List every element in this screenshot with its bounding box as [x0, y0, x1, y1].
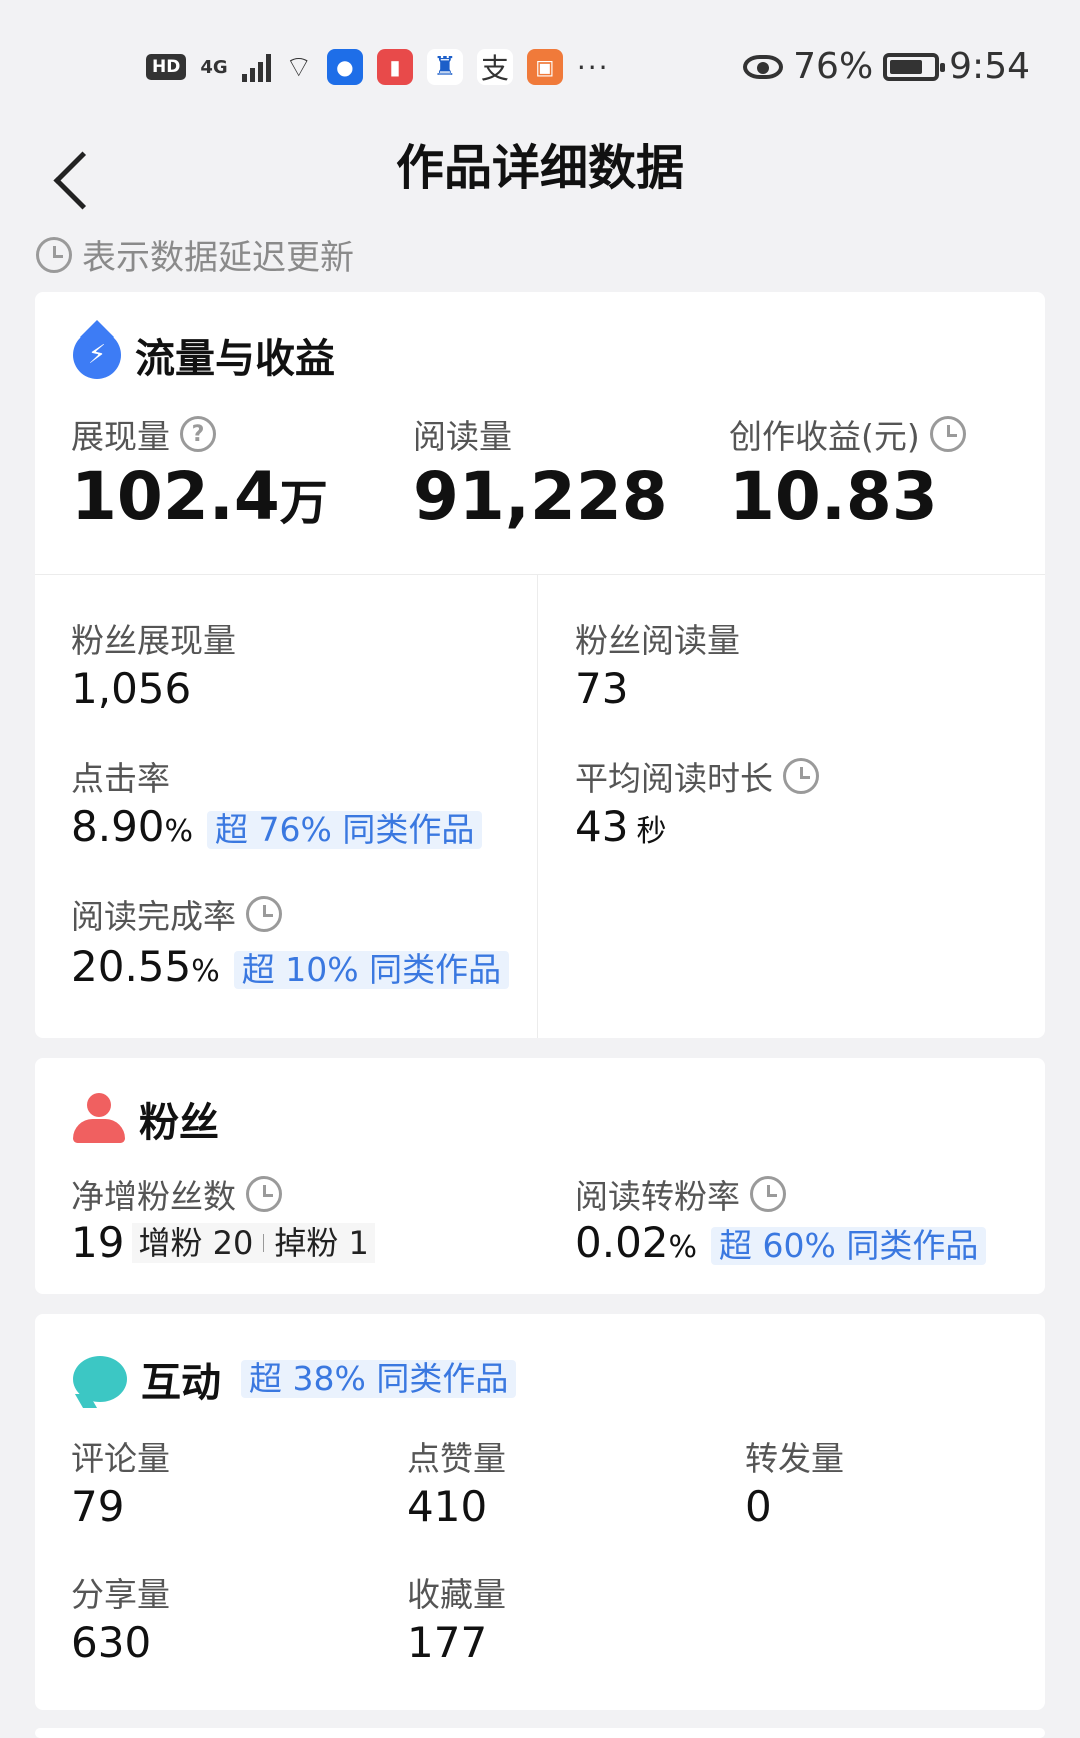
- traffic-card-header: ⚡ 流量与收益: [73, 326, 335, 384]
- status-bar: HD 4G ⌔ ● ▮ ♜ 支 ▣ ··· 76% 9:54: [0, 0, 1080, 120]
- interaction-card: 互动 超 38% 同类作品 评论量 79 点赞量 410 转发量 0 分享量 6…: [35, 1314, 1045, 1710]
- comments-value: 79: [71, 1482, 125, 1531]
- clock-icon: [750, 1176, 786, 1212]
- impressions-value: 102.4: [71, 458, 280, 535]
- video-app-icon: ▣: [526, 49, 563, 85]
- completion-label-row: 阅读完成率: [71, 890, 282, 938]
- conversion-label-row: 阅读转粉率: [575, 1170, 786, 1218]
- favorites-label: 收藏量: [407, 1575, 506, 1614]
- more-notifications-icon: ···: [576, 50, 610, 84]
- completion-unit: %: [191, 954, 220, 989]
- likes-value: 410: [407, 1482, 488, 1531]
- delay-note: 表示数据延迟更新: [36, 230, 354, 279]
- interaction-rank-badge: 超 38% 同类作品: [241, 1360, 517, 1398]
- divider: [537, 574, 538, 1038]
- conversion-value: 0.02: [575, 1218, 669, 1267]
- traffic-card: ⚡ 流量与收益 展现量 ? 102.4万 阅读量 91,228 创作收益(元) …: [35, 292, 1045, 1038]
- avg-read-value: 43: [575, 802, 629, 851]
- fan-impressions-value: 1,056: [71, 664, 192, 713]
- avg-read-value-row: 43 秒: [575, 802, 666, 851]
- completion-value-row: 20.55% 超 10% 同类作品: [71, 942, 510, 991]
- fans-card-title: 粉丝: [139, 1100, 219, 1146]
- completion-value: 20.55: [71, 942, 192, 991]
- alipay-app-icon: 支: [476, 49, 513, 85]
- interaction-card-header: 互动 超 38% 同类作品: [73, 1350, 517, 1408]
- delay-note-text: 表示数据延迟更新: [82, 238, 354, 278]
- clock-icon: [929, 416, 966, 452]
- eye-comfort-icon: [743, 54, 784, 79]
- fan-reads-value: 73: [575, 664, 629, 713]
- castle-app-icon: ♜: [426, 49, 463, 85]
- income-label-row: 创作收益(元): [729, 410, 966, 458]
- page-title: 作品详细数据: [395, 140, 684, 196]
- clock-icon: [36, 236, 72, 273]
- net-fans-label: 净增粉丝数: [71, 1177, 236, 1216]
- chat-bubble-icon: [73, 1356, 127, 1402]
- conversion-unit: %: [668, 1230, 698, 1265]
- avg-read-label-row: 平均阅读时长: [575, 752, 819, 800]
- clock-icon: [783, 758, 819, 794]
- divider: [263, 1233, 265, 1252]
- person-icon: [73, 1093, 125, 1145]
- fans-card-header: 粉丝: [73, 1090, 219, 1148]
- interaction-card-title: 互动: [141, 1360, 221, 1406]
- completion-rank-badge: 超 10% 同类作品: [233, 951, 510, 989]
- income-value: 10.83: [729, 458, 938, 535]
- fans-change-detail: 增粉 20 掉粉 1: [132, 1222, 375, 1263]
- reads-value: 91,228: [413, 458, 668, 535]
- ctr-value: 8.90: [71, 802, 165, 851]
- fan-impressions-label: 粉丝展现量: [71, 621, 236, 660]
- completion-label: 阅读完成率: [71, 897, 236, 936]
- forwards-label: 转发量: [745, 1439, 844, 1478]
- wifi-icon: ⌔: [284, 50, 313, 85]
- battery-percent: 76%: [793, 46, 874, 87]
- impressions-unit: 万: [279, 475, 328, 531]
- hd-icon: HD: [146, 54, 187, 80]
- lightning-icon: ⚡: [73, 331, 121, 379]
- signal-icon: [241, 52, 271, 82]
- fan-reads-label: 粉丝阅读量: [575, 621, 740, 660]
- fans-loss: 掉粉 1: [274, 1223, 369, 1262]
- impressions-value-row: 102.4万: [71, 458, 328, 535]
- clock-icon: [246, 1176, 282, 1212]
- net-fans-value-row: 19 增粉 20 掉粉 1: [71, 1218, 375, 1267]
- comments-label: 评论量: [71, 1439, 170, 1478]
- net-fans-label-row: 净增粉丝数: [71, 1170, 282, 1218]
- avg-read-label: 平均阅读时长: [575, 759, 773, 798]
- shares-value: 630: [71, 1618, 152, 1667]
- battery-icon: [883, 52, 946, 81]
- conversion-value-row: 0.02% 超 60% 同类作品: [575, 1218, 987, 1267]
- favorites-value: 177: [407, 1618, 488, 1667]
- clock-icon: [246, 896, 282, 932]
- conversion-rank-badge: 超 60% 同类作品: [711, 1227, 987, 1265]
- impressions-label: 展现量: [71, 417, 170, 456]
- help-icon[interactable]: ?: [180, 416, 216, 452]
- status-bar-right: 76% 9:54: [743, 46, 1030, 87]
- conversion-label: 阅读转粉率: [575, 1177, 740, 1216]
- network-type: 4G: [200, 56, 228, 78]
- forwards-value: 0: [745, 1482, 772, 1531]
- ctr-label: 点击率: [71, 759, 170, 798]
- income-label: 创作收益(元): [729, 417, 920, 456]
- likes-label: 点赞量: [407, 1439, 506, 1478]
- fans-gain: 增粉 20: [138, 1223, 254, 1262]
- reads-label-row: 阅读量: [413, 410, 512, 458]
- shares-label: 分享量: [71, 1575, 170, 1614]
- clock-time: 9:54: [949, 46, 1030, 87]
- ctr-value-row: 8.90% 超 76% 同类作品: [71, 802, 483, 851]
- next-card: [35, 1728, 1045, 1738]
- divider: [35, 574, 1045, 575]
- avg-read-unit: 秒: [636, 814, 667, 849]
- status-bar-left: HD 4G ⌔ ● ▮ ♜ 支 ▣ ···: [146, 48, 610, 86]
- fans-card: 粉丝 净增粉丝数 19 增粉 20 掉粉 1 阅读转粉率 0.02% 超 60%…: [35, 1058, 1045, 1294]
- bulb-app-icon: ●: [326, 49, 363, 85]
- ctr-rank-badge: 超 76% 同类作品: [207, 811, 483, 849]
- page: HD 4G ⌔ ● ▮ ♜ 支 ▣ ··· 76% 9:54 作品详细数据 表示…: [0, 0, 1080, 1738]
- book-app-icon: ▮: [376, 49, 413, 85]
- reads-label: 阅读量: [413, 417, 512, 456]
- traffic-card-title: 流量与收益: [135, 336, 335, 382]
- net-fans-value: 19: [71, 1218, 125, 1267]
- ctr-unit: %: [164, 814, 194, 849]
- impressions-label-row: 展现量 ?: [71, 410, 216, 458]
